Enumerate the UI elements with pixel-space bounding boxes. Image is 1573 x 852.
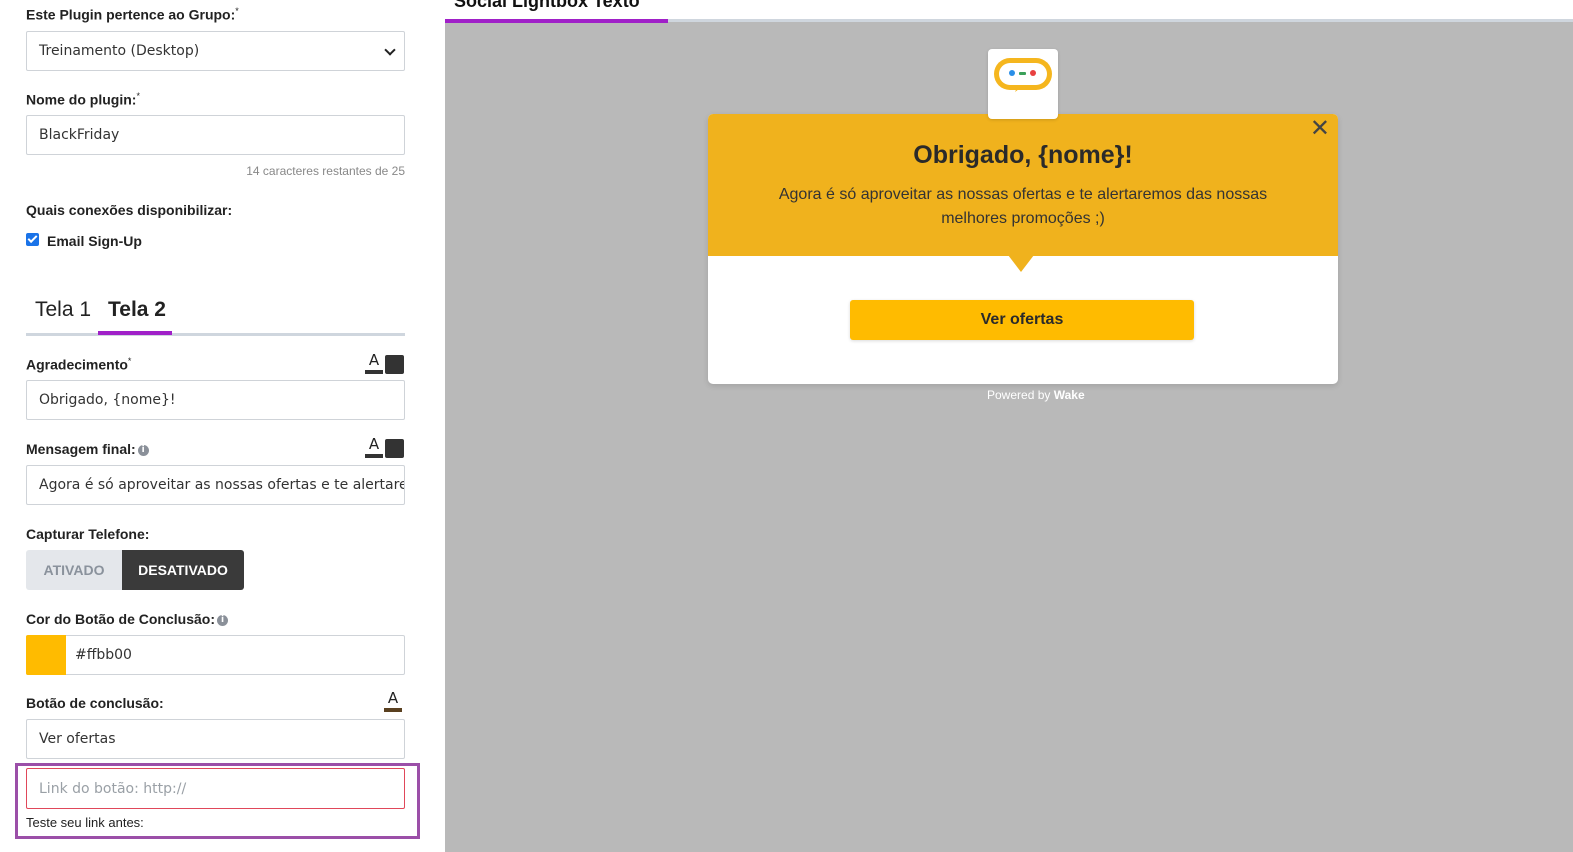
modal-header: ✕ Obrigado, {nome}! Agora é só aproveita… [708, 114, 1338, 256]
final-message-format-controls: A [365, 437, 405, 459]
tab-tela-2[interactable]: Tela 2 [108, 298, 166, 322]
final-message-input[interactable]: Agora é só aproveitar as nossas ofertas … [26, 465, 405, 505]
preview-tab-title[interactable]: Social Lightbox Texto [454, 0, 640, 12]
group-label: Este Plugin pertence ao Grupo:* [26, 6, 239, 23]
connections-label: Quais conexões disponibilizar: [26, 202, 233, 218]
powered-by: Powered by Wake [987, 388, 1085, 402]
font-color-icon[interactable]: A [365, 437, 383, 452]
phone-on-button[interactable]: ATIVADO [26, 550, 122, 590]
group-select-value: Treinamento (Desktop) [39, 43, 200, 59]
button-link-input[interactable]: Link do botão: http:// [26, 768, 405, 809]
font-color-bar [365, 454, 383, 458]
button-label-label: Botão de conclusão: [26, 695, 164, 711]
bg-color-swatch[interactable] [385, 439, 404, 458]
phone-off-button[interactable]: DESATIVADO [122, 550, 244, 590]
header-notch [1008, 255, 1034, 272]
font-color-bar [365, 370, 383, 374]
button-color-label: Cor do Botão de Conclusão: i [26, 611, 228, 627]
active-tab-indicator [98, 331, 172, 335]
lightbox-modal: ✕ Obrigado, {nome}! Agora é só aproveita… [708, 114, 1338, 384]
settings-panel: Este Plugin pertence ao Grupo:* Treiname… [0, 0, 445, 852]
font-color-icon[interactable]: A [384, 691, 402, 706]
close-icon[interactable]: ✕ [1310, 114, 1330, 142]
preview-tab-bar: Social Lightbox Texto [445, 0, 1573, 23]
char-counter: 14 caracteres restantes de 25 [246, 164, 405, 178]
group-select[interactable]: Treinamento (Desktop) [26, 31, 405, 71]
modal-message: Agora é só aproveitar as nossas ofertas … [778, 186, 1268, 227]
test-link-text: Teste seu link antes: [26, 815, 144, 830]
font-color-bar [384, 708, 402, 712]
preview-tab-indicator [445, 19, 668, 23]
button-color-input[interactable]: #ffbb00 [26, 635, 405, 675]
chat-logo-icon [988, 49, 1058, 119]
brand-name: Wake [1053, 388, 1085, 402]
bg-color-swatch[interactable] [385, 355, 404, 374]
plugin-name-label: Nome do plugin:* [26, 91, 140, 108]
info-icon[interactable]: i [217, 614, 228, 626]
email-signup-label: Email Sign-Up [47, 233, 142, 249]
font-color-icon[interactable]: A [365, 353, 383, 368]
tab-tela-1[interactable]: Tela 1 [35, 298, 91, 322]
chevron-down-icon [384, 44, 396, 56]
phone-capture-label: Capturar Telefone: [26, 526, 150, 542]
modal-title: Obrigado, {nome}! [913, 141, 1133, 169]
final-message-label: Mensagem final: i [26, 441, 149, 457]
phone-capture-toggle: ATIVADO DESATIVADO [26, 550, 244, 590]
button-label-input[interactable]: Ver ofertas [26, 719, 405, 759]
email-signup-checkbox[interactable] [26, 233, 39, 246]
button-label-format-controls: A [384, 691, 424, 713]
screen-tabs: Tela 1 Tela 2 [26, 296, 405, 336]
plugin-name-input[interactable]: BlackFriday [26, 115, 405, 155]
thanks-format-controls: A [365, 353, 405, 375]
thanks-label: Agradecimento* [26, 356, 132, 373]
info-icon[interactable]: i [137, 444, 149, 456]
thanks-input[interactable]: Obrigado, {nome}! [26, 380, 405, 420]
offers-button[interactable]: Ver ofertas [850, 300, 1194, 340]
color-picker-swatch[interactable] [26, 635, 66, 675]
